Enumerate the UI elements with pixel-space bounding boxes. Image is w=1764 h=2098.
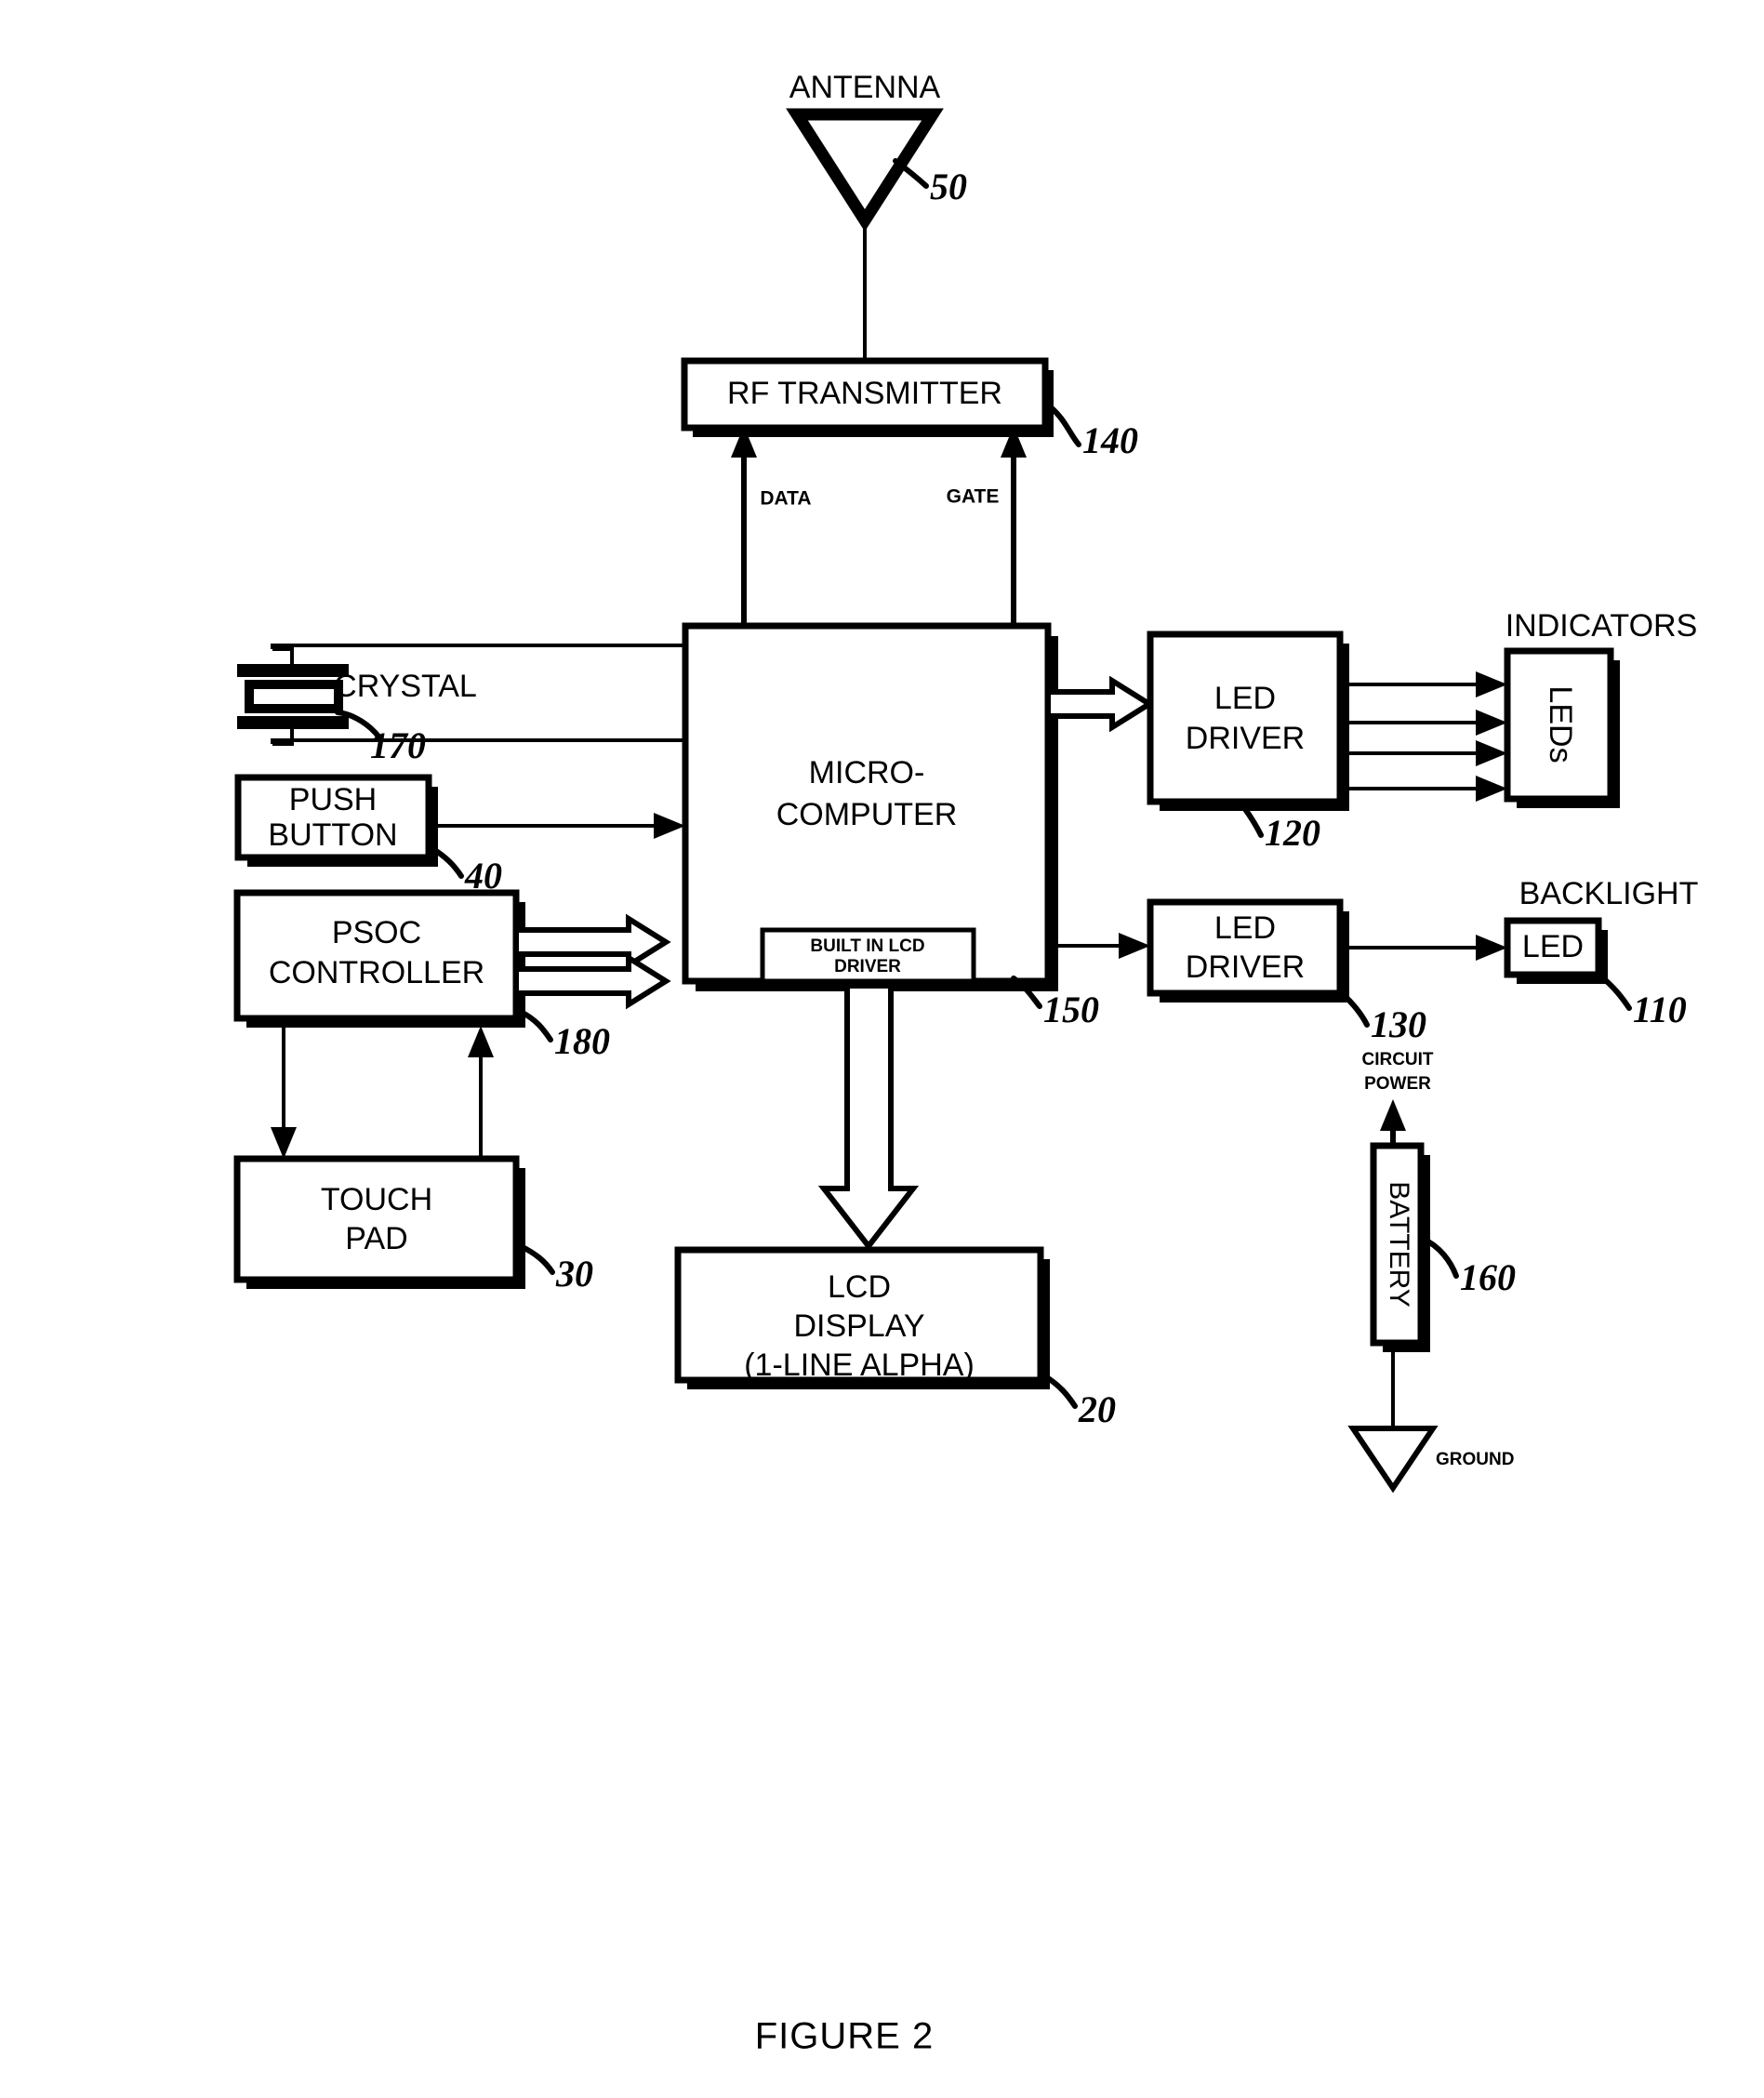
- led-driver-indicators-box[interactable]: [1147, 631, 1344, 805]
- push-button-group: PUSH BUTTON 40: [234, 774, 685, 896]
- micro-to-lcd-arrow: [817, 983, 920, 1251]
- battery-power-arrowhead: [1380, 1099, 1406, 1131]
- lcd-display-label-line2: DISPLAY: [793, 1308, 924, 1344]
- patent-figure-2: ANTENNA 50 RF TRANSMITTER 140 DATA GATE …: [0, 0, 1764, 2098]
- leds-group: INDICATORS LEDs: [1504, 608, 1698, 808]
- battery-ref-number: 160: [1460, 1256, 1516, 1298]
- crystal-group: CRYSTAL 170: [237, 644, 685, 766]
- ground-triangle-icon: [1347, 1426, 1439, 1494]
- crystal-ref-number: 170: [370, 724, 426, 766]
- led-driver-backlight-group: LED DRIVER 130: [1048, 898, 1507, 1045]
- antenna-label: ANTENNA: [789, 70, 941, 105]
- crystal-wire-bottom: [271, 738, 685, 744]
- gate-signal-arrow: GATE: [947, 426, 1027, 625]
- rf-transmitter-group: RF TRANSMITTER 140: [681, 357, 1138, 461]
- backlight-group-label: BACKLIGHT: [1519, 876, 1699, 911]
- figure-caption: FIGURE 2: [755, 2016, 934, 2057]
- rf-transmitter-ref-number: 140: [1082, 419, 1138, 461]
- battery-label: BATTERY: [1384, 1181, 1414, 1308]
- touch-pad-group: TOUCH PAD 30: [233, 1018, 593, 1295]
- lcd-display-label-line1: LCD: [828, 1269, 891, 1305]
- touch-pad-label-line2: PAD: [345, 1221, 407, 1256]
- data-signal-label: DATA: [760, 488, 811, 510]
- battery-group: CIRCUIT POWER BATTERY 160 GROUND: [1347, 1050, 1516, 1494]
- ground-label: GROUND: [1436, 1450, 1514, 1469]
- antenna-ref-number: 50: [930, 166, 967, 207]
- data-signal-arrow: DATA: [731, 426, 812, 625]
- built-in-lcd-driver-label-line2: DRIVER: [834, 957, 901, 976]
- micro-to-led-driver-backlight-arrowhead: [1119, 933, 1150, 959]
- microcomputer-group: MICRO- COMPUTER BUILT IN LCD DRIVER 150: [682, 622, 1099, 1030]
- backlight-led-ref-number: 110: [1633, 989, 1687, 1030]
- rf-transmitter-ref-leader: [1048, 405, 1081, 447]
- gate-signal-label: GATE: [947, 486, 1000, 508]
- backlight-led-ref-leader: [1598, 974, 1632, 1011]
- led-driver-backlight-ref-number: 130: [1371, 1003, 1426, 1045]
- touchpad-to-psoc-arrowhead: [468, 1026, 494, 1057]
- touch-pad-box[interactable]: [233, 1155, 520, 1283]
- led-driver-indicators-group: LED DRIVER 120: [1045, 631, 1507, 854]
- push-button-label-line1: PUSH: [289, 782, 377, 817]
- micro-to-led-driver-indicators-arrow: [1045, 675, 1155, 733]
- rf-transmitter-label: RF TRANSMITTER: [727, 376, 1002, 411]
- microcomputer-label-line2: COMPUTER: [776, 797, 958, 832]
- led-driver-indicators-ref-number: 120: [1265, 812, 1320, 854]
- led-driver-output-lines: [1340, 671, 1507, 802]
- microcomputer-label-line1: MICRO-: [809, 755, 925, 790]
- psoc-controller-group: PSOC CONTROLLER 180: [233, 889, 671, 1062]
- lcd-display-label-line3: (1-LINE ALPHA): [744, 1348, 975, 1383]
- lcd-display-ref-number: 20: [1078, 1388, 1116, 1430]
- psoc-to-micro-arrow-1: [513, 913, 671, 971]
- leds-label: LEDs: [1543, 685, 1578, 763]
- led-driver-backlight-label-line2: DRIVER: [1186, 949, 1305, 985]
- push-button-arrowhead: [654, 813, 685, 839]
- antenna-group: ANTENNA 50: [786, 70, 967, 361]
- microcomputer-ref-number: 150: [1043, 989, 1099, 1030]
- backlight-led-group: BACKLIGHT LED 110: [1504, 876, 1699, 1030]
- crystal-wire-top: [271, 644, 685, 649]
- touch-pad-ref-leader: [518, 1243, 555, 1275]
- crystal-oscillator-icon: [237, 647, 349, 746]
- antenna-triangle-icon: [786, 108, 944, 232]
- psoc-controller-label-line2: CONTROLLER: [269, 955, 484, 990]
- psoc-controller-ref-number: 180: [554, 1020, 610, 1062]
- block-diagram-canvas: ANTENNA 50 RF TRANSMITTER 140 DATA GATE …: [233, 70, 1699, 2057]
- lcd-display-ref-leader: [1042, 1374, 1078, 1409]
- push-button-label-line2: BUTTON: [268, 817, 397, 853]
- built-in-lcd-driver-label-line1: BUILT IN LCD: [810, 936, 924, 956]
- touch-pad-label-line1: TOUCH: [321, 1182, 432, 1217]
- psoc-controller-label-line1: PSOC: [332, 915, 421, 950]
- led-driver-indicators-label-line2: DRIVER: [1186, 721, 1305, 756]
- crystal-label: CRYSTAL: [334, 669, 477, 704]
- led-driver-indicators-label-line1: LED: [1214, 681, 1276, 716]
- touch-pad-ref-number: 30: [555, 1253, 593, 1295]
- psoc-to-touchpad-arrowhead: [271, 1127, 297, 1159]
- psoc-to-micro-arrow-2: [513, 952, 671, 1010]
- led-driver-to-backlight-arrowhead: [1476, 935, 1507, 961]
- led-driver-backlight-ref-leader: [1339, 990, 1370, 1028]
- circuit-power-label-line2: POWER: [1364, 1074, 1431, 1094]
- circuit-power-label-line1: CIRCUIT: [1361, 1050, 1433, 1069]
- indicators-group-label: INDICATORS: [1505, 608, 1698, 644]
- led-driver-backlight-label-line1: LED: [1214, 910, 1276, 946]
- lcd-display-group: LCD DISPLAY (1-LINE ALPHA) 20: [674, 983, 1116, 1430]
- backlight-led-label: LED: [1522, 929, 1584, 964]
